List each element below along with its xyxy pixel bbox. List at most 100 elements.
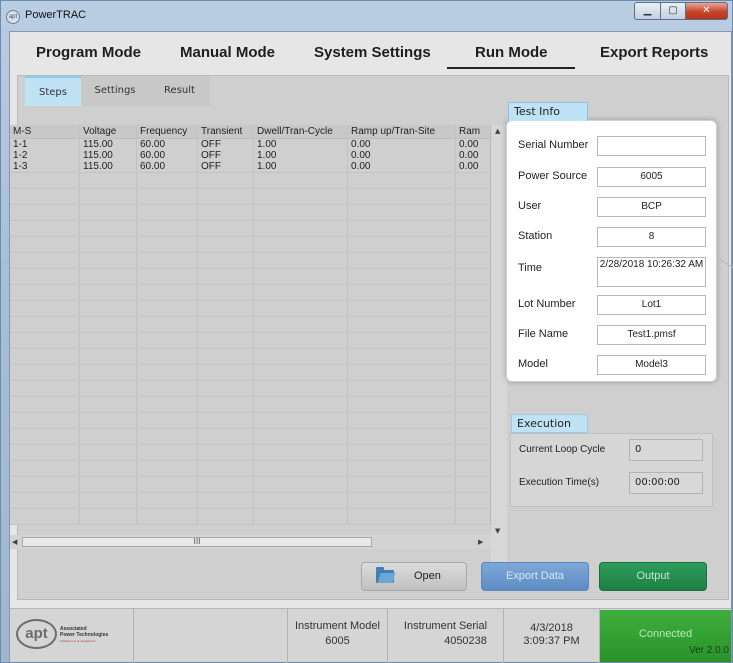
grid-divider <box>455 125 456 525</box>
logo-line-3: A division of ▲ Ametek Inc. <box>60 639 97 643</box>
lot-number-field[interactable]: Lot1 <box>597 295 706 315</box>
grid-divider <box>253 125 254 525</box>
scroll-up-icon[interactable]: ▲ <box>495 127 500 135</box>
menu-program-mode[interactable]: Program Mode <box>36 44 141 61</box>
tab-settings[interactable]: Settings <box>81 76 149 106</box>
window-title: PowerTRAC <box>25 9 87 21</box>
table-cell: 0.00 <box>459 139 479 150</box>
maximize-button[interactable]: ▢ <box>660 2 686 20</box>
menu-manual-mode[interactable]: Manual Mode <box>180 44 275 61</box>
table-cell: 1-3 <box>13 161 28 172</box>
table-cell: 1.00 <box>257 161 277 172</box>
table-cell: 1.00 <box>257 150 277 161</box>
time-field[interactable]: 2/28/2018 10:26:32 AM <box>597 257 706 287</box>
table-cell: 0.00 <box>459 150 479 161</box>
serial-number-field[interactable] <box>597 136 706 156</box>
grid-row-line <box>10 220 490 221</box>
column-header[interactable]: Dwell/Tran-Cycle <box>257 126 333 137</box>
station-label: Station <box>518 230 553 242</box>
column-header[interactable]: Frequency <box>140 126 187 137</box>
grid-row-line <box>10 188 490 189</box>
open-button-label: Open <box>414 570 441 582</box>
file-name-label: File Name <box>518 328 569 340</box>
menu-system-settings[interactable]: System Settings <box>314 44 431 61</box>
export-data-button[interactable]: Export Data <box>481 562 589 591</box>
close-button[interactable]: ✕ <box>685 2 728 20</box>
instrument-serial-cell: Instrument Serial 4050238 <box>388 609 504 663</box>
horizontal-scroll-thumb[interactable]: III <box>22 537 372 547</box>
grid-row-line <box>10 300 490 301</box>
station-field[interactable]: 8 <box>597 227 706 247</box>
grid-row-line <box>10 204 490 205</box>
time-label: Time <box>518 262 543 274</box>
grid-row-line <box>10 444 490 445</box>
grid-row-line <box>10 476 490 477</box>
column-header[interactable]: Transient <box>201 126 242 137</box>
test-info-title: Test Info <box>508 102 588 121</box>
table-row[interactable]: 1-2 115.00 60.00 OFF 1.00 0.00 0.00 <box>10 150 490 161</box>
horizontal-scrollbar[interactable]: ◀ III ▶ <box>10 535 491 549</box>
title-bar: apt PowerTRAC ▁ ▢ ✕ <box>1 1 733 31</box>
tab-result[interactable]: Result <box>149 76 210 106</box>
grid-row-line <box>10 268 490 269</box>
grid-row-line <box>10 236 490 237</box>
model-label: Model <box>518 358 548 370</box>
table-cell: 1-2 <box>13 150 28 161</box>
grid-divider <box>79 125 80 525</box>
model-field[interactable]: Model3 <box>597 355 706 375</box>
connection-status-label: Connected <box>638 628 693 640</box>
power-source-field[interactable]: 6005 <box>597 167 706 187</box>
minimize-button[interactable]: ▁ <box>634 2 661 20</box>
table-row[interactable]: 1-3 115.00 60.00 OFF 1.00 0.00 0.00 <box>10 161 490 172</box>
file-name-field[interactable]: Test1.pmsf <box>597 325 706 345</box>
test-info-panel: Serial Number Power Source 6005 User BCP… <box>506 120 717 382</box>
table-cell: 0.00 <box>351 139 371 150</box>
lot-number-label: Lot Number <box>518 298 576 310</box>
instrument-serial-label: Instrument Serial <box>403 620 488 632</box>
grid-divider <box>136 125 137 525</box>
current-loop-cycle-label: Current Loop Cycle <box>519 444 606 455</box>
grid-row-line <box>10 172 490 173</box>
tab-steps[interactable]: Steps <box>25 76 81 106</box>
table-cell: OFF <box>201 150 221 161</box>
execution-time-field: 00:00:00 <box>629 472 703 494</box>
column-header[interactable]: M-S <box>13 126 31 137</box>
apt-logo-icon: apt <box>16 619 57 649</box>
grid-row-line <box>10 380 490 381</box>
steps-grid: M-S Voltage Frequency Transient Dwell/Tr… <box>10 125 491 525</box>
table-cell: 115.00 <box>83 161 113 172</box>
grid-row-line <box>10 364 490 365</box>
column-header[interactable]: Voltage <box>83 126 116 137</box>
grid-row-line <box>10 396 490 397</box>
column-header[interactable]: Ramp up/Tran-Site <box>351 126 435 137</box>
connection-status: Connected Ver 2.0.0 <box>600 610 731 662</box>
menu-export-reports[interactable]: Export Reports <box>600 44 708 61</box>
scroll-left-icon[interactable]: ◀ <box>12 538 17 546</box>
table-row[interactable]: 1-1 115.00 60.00 OFF 1.00 0.00 0.00 <box>10 139 490 150</box>
app-logo-icon: apt <box>6 10 20 24</box>
table-cell: 115.00 <box>83 150 113 161</box>
column-header[interactable]: Ram <box>459 126 480 137</box>
grid-header: M-S Voltage Frequency Transient Dwell/Tr… <box>10 125 490 139</box>
datetime-cell: 4/3/2018 3:09:37 PM <box>504 609 600 663</box>
table-cell: 0.00 <box>351 150 371 161</box>
table-cell: 60.00 <box>140 139 166 150</box>
table-cell: 115.00 <box>83 139 113 150</box>
scroll-right-icon[interactable]: ▶ <box>478 538 483 546</box>
grid-row-line <box>10 460 490 461</box>
menu-run-mode[interactable]: Run Mode <box>475 44 548 61</box>
output-button[interactable]: Output <box>599 562 707 591</box>
execution-time-label: Execution Time(s) <box>519 477 600 488</box>
grid-row-line <box>10 316 490 317</box>
scroll-down-icon[interactable]: ▼ <box>495 527 500 535</box>
grid-row-line <box>10 348 490 349</box>
execution-panel: Current Loop Cycle 0 Execution Time(s) 0… <box>510 433 713 507</box>
folder-icon <box>376 567 394 583</box>
execution-title: Execution <box>511 414 588 433</box>
open-button[interactable]: Open <box>361 562 467 591</box>
table-cell: 60.00 <box>140 150 166 161</box>
user-field[interactable]: BCP <box>597 197 706 217</box>
grid-divider <box>197 125 198 525</box>
vertical-scrollbar[interactable]: ▲ ▼ <box>491 125 507 565</box>
client-area: Program Mode Manual Mode System Settings… <box>9 31 733 663</box>
